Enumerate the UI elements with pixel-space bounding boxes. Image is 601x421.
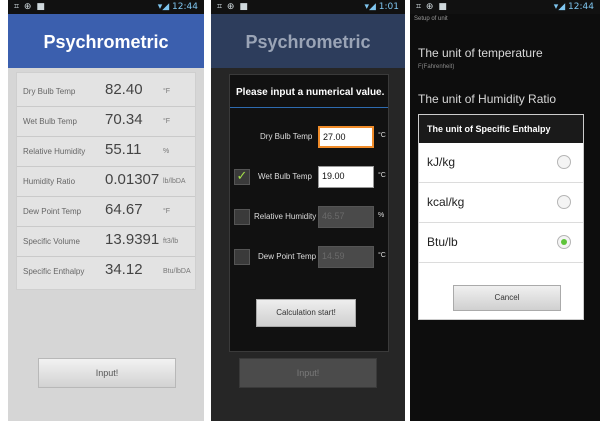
- result-label: Wet Bulb Temp: [23, 117, 77, 126]
- status-icons: ⌗ ⊕ ■: [416, 2, 448, 12]
- input-button[interactable]: Input!: [38, 358, 176, 388]
- status-signal-clock: ▾◢ 12:44: [157, 2, 198, 12]
- input-dialog: Please input a numerical value. Dry Bulb…: [229, 74, 389, 352]
- relative-humidity-input[interactable]: 46.57: [318, 206, 374, 228]
- app-header: Psychrometric: [8, 14, 204, 68]
- dialog-title: The unit of Specific Enthalpy: [419, 115, 583, 143]
- result-row-wet-bulb: Wet Bulb Temp 70.34 °F: [17, 107, 195, 137]
- wet-bulb-input[interactable]: 19.00: [318, 166, 374, 188]
- dialog-divider: [230, 107, 388, 108]
- dialog-title: Please input a numerical value.: [236, 87, 385, 98]
- dew-point-input[interactable]: 14.59: [318, 246, 374, 268]
- result-value: 64.67: [105, 201, 143, 218]
- result-label: Humidity Ratio: [23, 177, 76, 186]
- app-title: Psychrometric: [43, 32, 169, 52]
- result-value: 0.01307: [105, 171, 160, 188]
- result-row-dry-bulb: Dry Bulb Temp 82.40 °F: [17, 77, 195, 107]
- input-label: Wet Bulb Temp: [258, 172, 312, 181]
- input-row-dry-bulb: Dry Bulb Temp 27.00 °C: [230, 123, 388, 153]
- results-panel: Dry Bulb Temp 82.40 °F Wet Bulb Temp 70.…: [16, 72, 196, 290]
- option-kcal-kg[interactable]: kcal/kg: [419, 183, 583, 223]
- result-row-specific-volume: Specific Volume 13.9391 ft3/lb: [17, 227, 195, 257]
- settings-breadcrumb: Setup of unit: [414, 16, 448, 22]
- option-btu-lb[interactable]: Btu/lb: [419, 223, 583, 263]
- result-row-humidity-ratio: Humidity Ratio 0.01307 lb/lbDA: [17, 167, 195, 197]
- result-value: 82.40: [105, 81, 143, 98]
- calculation-start-button[interactable]: Calculation start!: [256, 299, 356, 327]
- input-label: Relative Humidity: [254, 212, 317, 221]
- radio-unselected-icon[interactable]: [557, 195, 571, 209]
- status-signal-clock: ▾◢ 1:01: [364, 2, 399, 12]
- input-label: Dew Point Temp: [258, 252, 317, 261]
- option-label: Btu/lb: [427, 235, 458, 249]
- result-row-specific-enthalpy: Specific Enthalpy 34.12 Btu/lbDA: [17, 257, 195, 287]
- pref-temperature-summary: F(Fahrenheit): [418, 64, 455, 70]
- result-unit: lb/lbDA: [163, 178, 186, 185]
- input-unit: °C: [378, 252, 386, 259]
- result-row-dew-point: Dew Point Temp 64.67 °F: [17, 197, 195, 227]
- status-bar: ⌗ ⊕ ■ ▾◢ 1:01: [211, 0, 405, 14]
- result-label: Relative Humidity: [23, 147, 86, 156]
- input-unit: °C: [378, 132, 386, 139]
- result-unit: ft3/lb: [163, 238, 179, 245]
- result-label: Specific Enthalpy: [23, 267, 85, 276]
- input-button-dimmed: Input!: [239, 358, 377, 388]
- status-icons: ⌗ ⊕ ■: [217, 2, 249, 12]
- result-label: Dew Point Temp: [23, 207, 82, 216]
- dew-point-checkbox[interactable]: [234, 249, 250, 265]
- wet-bulb-checkbox[interactable]: ✓: [234, 169, 250, 185]
- result-value: 70.34: [105, 111, 143, 128]
- result-value: 34.12: [105, 261, 143, 278]
- option-label: kJ/kg: [427, 155, 456, 169]
- input-row-wet-bulb: ✓ Wet Bulb Temp 19.00 °C: [230, 163, 388, 193]
- phone-screen-results: ⌗ ⊕ ■ ▾◢ 12:44 Psychrometric Dry Bulb Te…: [8, 0, 204, 421]
- status-bar: ⌗ ⊕ ■ ▾◢ 12:44: [8, 0, 204, 14]
- pref-humidity-ratio-unit[interactable]: The unit of Humidity Ratio: [418, 92, 556, 106]
- input-unit: °C: [378, 172, 386, 179]
- result-unit: °F: [163, 118, 171, 125]
- result-unit: Btu/lbDA: [163, 268, 191, 275]
- dry-bulb-input[interactable]: 27.00: [318, 126, 374, 148]
- phone-screen-input-dialog: ⌗ ⊕ ■ ▾◢ 1:01 Psychrometric Input! Pleas…: [211, 0, 405, 421]
- result-value: 55.11: [105, 141, 142, 158]
- input-label: Dry Bulb Temp: [260, 132, 313, 141]
- status-signal-clock: ▾◢ 12:44: [553, 2, 594, 12]
- status-bar: ⌗ ⊕ ■ ▾◢ 12:44: [410, 0, 600, 14]
- pref-temperature-unit[interactable]: The unit of temperature: [418, 46, 543, 60]
- input-row-dew-point: Dew Point Temp 14.59 °C: [230, 243, 388, 273]
- input-row-relative-humidity: Relative Humidity 46.57 %: [230, 203, 388, 233]
- input-unit: %: [378, 212, 385, 219]
- option-label: kcal/kg: [427, 195, 465, 209]
- enthalpy-unit-dialog: The unit of Specific Enthalpy kJ/kg kcal…: [418, 114, 584, 320]
- result-value: 13.9391: [105, 231, 160, 248]
- result-row-relative-humidity: Relative Humidity 55.11 %: [17, 137, 195, 167]
- radio-selected-icon[interactable]: [557, 235, 571, 249]
- app-header: Psychrometric: [211, 14, 405, 68]
- radio-unselected-icon[interactable]: [557, 155, 571, 169]
- result-unit: °F: [163, 208, 171, 215]
- result-unit: %: [163, 148, 170, 155]
- result-label: Dry Bulb Temp: [23, 87, 76, 96]
- result-unit: °F: [163, 88, 171, 95]
- option-kj-kg[interactable]: kJ/kg: [419, 143, 583, 183]
- status-icons: ⌗ ⊕ ■: [14, 2, 46, 12]
- result-label: Specific Volume: [23, 237, 80, 246]
- phone-screen-unit-setup: ⌗ ⊕ ■ ▾◢ 12:44 Setup of unit The unit of…: [410, 0, 600, 421]
- relative-humidity-checkbox[interactable]: [234, 209, 250, 225]
- cancel-button[interactable]: Cancel: [453, 285, 561, 311]
- app-title: Psychrometric: [245, 32, 371, 52]
